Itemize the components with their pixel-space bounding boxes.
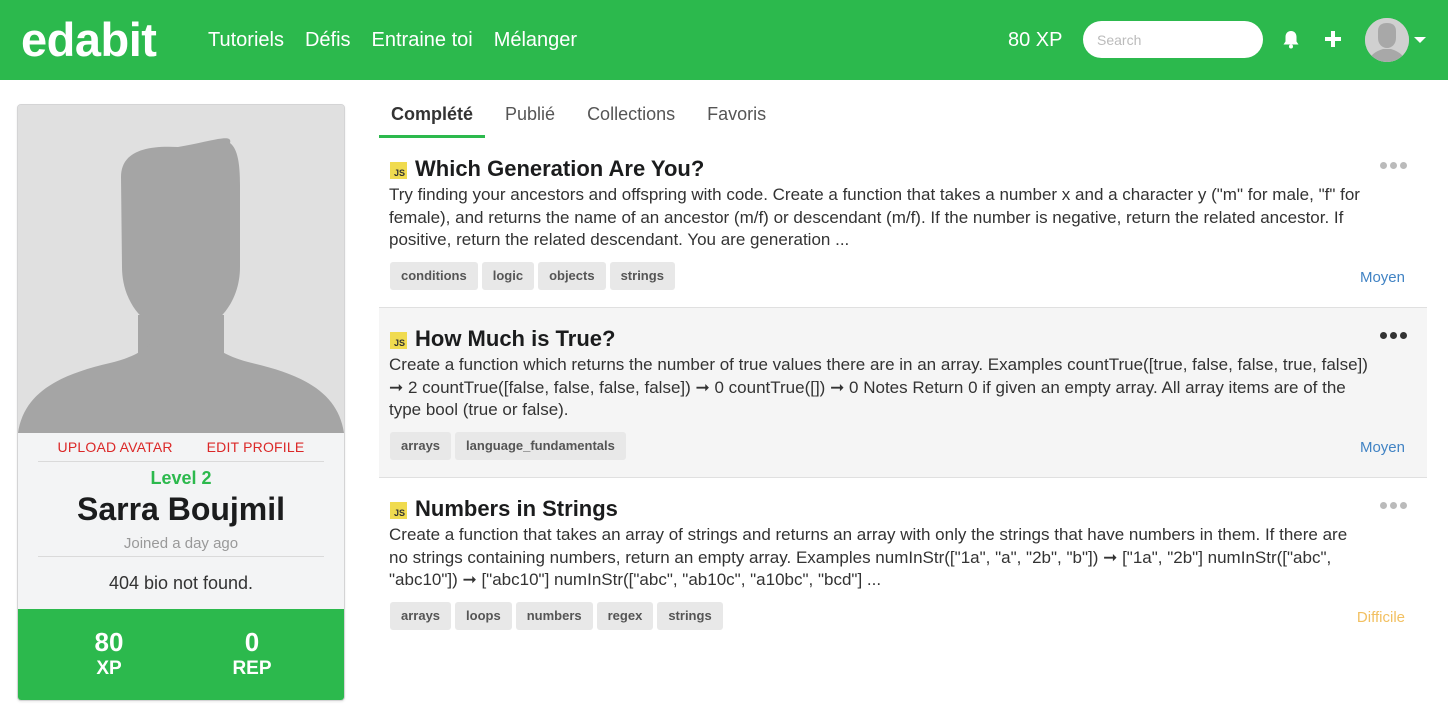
brand-logo[interactable]: edabit: [21, 12, 157, 68]
challenge-item[interactable]: JS Numbers in Strings Create a function …: [379, 478, 1427, 648]
stat-xp-label: XP: [96, 658, 122, 679]
edit-profile-link[interactable]: EDIT PROFILE: [207, 439, 305, 455]
upload-avatar-link[interactable]: UPLOAD AVATAR: [58, 439, 173, 455]
stat-rep-value: 0: [244, 627, 260, 657]
xp-count: 80 XP: [1008, 29, 1063, 51]
bell-icon[interactable]: [1280, 28, 1302, 50]
more-options-icon[interactable]: [1380, 162, 1410, 169]
tag[interactable]: arrays: [390, 432, 452, 460]
challenge-title[interactable]: How Much is True?: [415, 325, 615, 353]
profile-tabs: Complété Publié Collections Favoris: [379, 96, 786, 138]
difficulty-label: Moyen: [1359, 269, 1405, 286]
profile-level: Level 2: [150, 468, 212, 488]
stat-xp-value: 80: [94, 627, 124, 657]
tag[interactable]: logic: [481, 262, 535, 290]
challenge-tags: arrays loops numbers regex strings: [390, 602, 727, 630]
challenge-item[interactable]: JS Which Generation Are You? Try finding…: [379, 138, 1427, 308]
tag[interactable]: objects: [538, 262, 606, 290]
tag[interactable]: strings: [657, 602, 723, 630]
profile-joined: Joined a day ago: [123, 535, 239, 552]
tab-favorites[interactable]: Favoris: [695, 96, 778, 138]
challenge-item[interactable]: JS How Much is True? Create a function w…: [379, 308, 1427, 478]
js-language-badge: JS: [390, 332, 407, 349]
tag[interactable]: numbers: [515, 602, 593, 630]
stat-xp: 80 XP: [49, 627, 169, 681]
profile-bio: 404 bio not found.: [108, 573, 254, 593]
profile-name: Sarra Boujmil: [76, 491, 286, 527]
profile-card: UPLOAD AVATAR EDIT PROFILE Level 2 Sarra…: [17, 104, 345, 701]
plus-icon[interactable]: [1322, 28, 1344, 50]
tag[interactable]: arrays: [390, 602, 452, 630]
tab-collections[interactable]: Collections: [575, 96, 687, 138]
chevron-down-icon[interactable]: [1414, 37, 1426, 43]
challenge-description: Create a function which returns the numb…: [389, 355, 1368, 419]
nav-link-shuffle[interactable]: Mélanger: [494, 28, 577, 52]
difficulty-label: Difficile: [1356, 609, 1405, 626]
nav-links: Tutoriels Défis Entraine toi Mélanger: [208, 28, 598, 52]
tab-completed[interactable]: Complété: [379, 96, 486, 138]
tag[interactable]: loops: [455, 602, 512, 630]
profile-stats: 80 XP 0 REP: [18, 609, 344, 700]
nav-link-tutorials[interactable]: Tutoriels: [208, 28, 284, 52]
tag[interactable]: language_fundamentals: [455, 432, 626, 460]
tag[interactable]: conditions: [390, 262, 478, 290]
more-options-icon[interactable]: [1380, 502, 1410, 509]
challenge-tags: conditions logic objects strings: [390, 262, 679, 290]
tag[interactable]: regex: [596, 602, 654, 630]
tag[interactable]: strings: [609, 262, 675, 290]
user-avatar[interactable]: [1365, 18, 1409, 62]
js-language-badge: JS: [390, 162, 407, 179]
challenge-title[interactable]: Numbers in Strings: [415, 495, 618, 523]
challenge-description: Create a function that takes an array of…: [389, 525, 1348, 589]
more-options-icon[interactable]: [1380, 332, 1410, 339]
challenge-tags: arrays language_fundamentals: [390, 432, 630, 460]
challenge-title[interactable]: Which Generation Are You?: [415, 155, 704, 183]
search-input[interactable]: [1083, 21, 1263, 58]
challenge-description: Try finding your ancestors and offspring…: [389, 185, 1360, 249]
nav-link-practice[interactable]: Entraine toi: [372, 28, 473, 52]
stat-rep: 0 REP: [192, 627, 312, 681]
divider: [38, 556, 324, 557]
js-language-badge: JS: [390, 502, 407, 519]
divider: [38, 461, 324, 462]
profile-links: UPLOAD AVATAR EDIT PROFILE: [18, 439, 344, 455]
profile-avatar: [18, 105, 344, 433]
nav-link-challenges[interactable]: Défis: [305, 28, 351, 52]
top-navbar: edabit Tutoriels Défis Entraine toi Méla…: [0, 0, 1448, 80]
difficulty-label: Moyen: [1359, 439, 1405, 456]
stat-rep-label: REP: [232, 658, 272, 679]
tab-published[interactable]: Publié: [493, 96, 567, 138]
